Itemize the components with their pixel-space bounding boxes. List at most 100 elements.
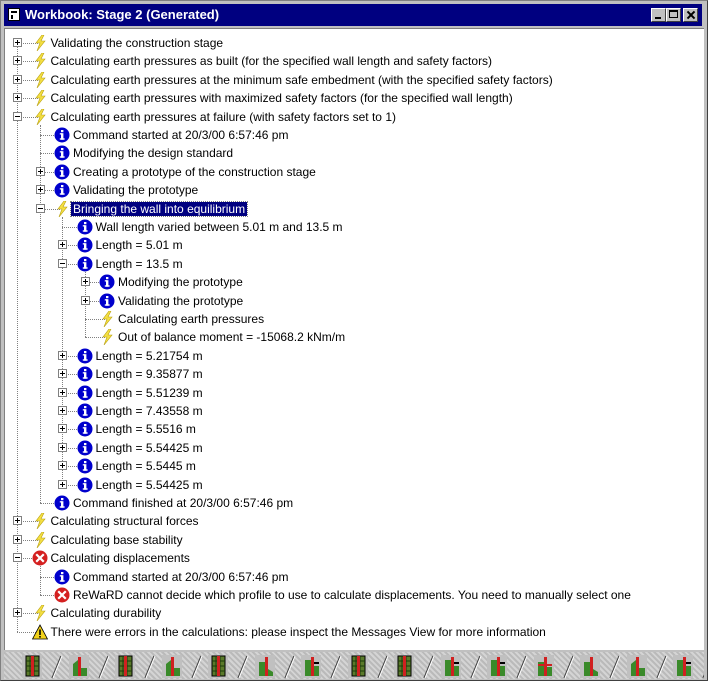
info-icon [54, 145, 70, 161]
tree-item[interactable]: Wall length varied between 5.01 m and 13… [5, 218, 704, 236]
tree-item[interactable]: Validating the prototype [5, 292, 704, 310]
tree-item[interactable]: Length = 5.21754 m [5, 347, 704, 365]
tree-item[interactable]: Calculating base stability [5, 531, 704, 549]
tree-item[interactable]: Length = 7.43558 m [5, 402, 704, 420]
expand-toggle[interactable] [58, 406, 67, 415]
lightning-icon [32, 605, 48, 622]
tree-item[interactable]: Calculating structural forces [5, 512, 704, 530]
tree-item-label: Length = 5.21754 m [95, 348, 203, 363]
tree-item-label: Length = 5.51239 m [95, 385, 203, 400]
collapse-toggle[interactable] [13, 553, 22, 563]
tree-item-label: Command started at 20/3/00 6:57:46 pm [73, 128, 289, 142]
info-icon [77, 421, 93, 437]
tree-item-label: Calculating structural forces [50, 514, 199, 529]
tree-item-label: Out of balance moment = -15068.2 kNm/m [118, 330, 346, 345]
tree-item[interactable]: Calculating earth pressures at failure (… [5, 108, 704, 126]
collapse-toggle[interactable] [35, 203, 45, 213]
lightning-icon [32, 53, 48, 70]
expand-toggle[interactable] [35, 185, 45, 195]
stage-excavation-icon[interactable] [158, 654, 204, 679]
tree-item[interactable]: Modifying the prototype [5, 273, 704, 291]
expand-toggle[interactable] [58, 442, 67, 452]
stage-prop-icon[interactable] [483, 654, 529, 679]
stage-prop-icon[interactable] [437, 654, 483, 679]
expand-toggle[interactable] [80, 277, 90, 287]
stage-excavation-icon[interactable] [623, 654, 669, 679]
expand-toggle[interactable] [13, 516, 22, 526]
tree-item[interactable]: Command started at 20/3/00 6:57:46 pm [5, 126, 704, 144]
expand-toggle[interactable] [35, 166, 45, 176]
tree-item[interactable]: Calculating durability [5, 604, 704, 622]
stage-prop-icon[interactable] [669, 654, 704, 679]
collapse-toggle[interactable] [13, 111, 22, 121]
tree-item[interactable]: Length = 5.54425 m [5, 439, 704, 457]
tree-item[interactable]: Validating the construction stage [5, 34, 704, 52]
tree-item-label: Length = 5.54425 m [95, 440, 203, 455]
stage-grid-icon[interactable] [111, 654, 157, 679]
expand-toggle[interactable] [13, 93, 22, 103]
expand-toggle[interactable] [58, 350, 67, 360]
tree-item[interactable]: Command started at 20/3/00 6:57:46 pm [5, 568, 704, 586]
tree-item[interactable]: Length = 5.5445 m [5, 457, 704, 475]
tree-item[interactable]: Command finished at 20/3/00 6:57:46 pm [5, 494, 704, 512]
stage-berm-icon[interactable] [576, 654, 622, 679]
tree-item[interactable]: Out of balance moment = -15068.2 kNm/m [5, 328, 704, 346]
maximize-button[interactable] [666, 8, 681, 22]
tree-item[interactable]: Calculating earth pressures as built (fo… [5, 52, 704, 70]
tree-item[interactable]: Length = 5.51239 m [5, 384, 704, 402]
info-icon [77, 385, 93, 401]
collapse-toggle[interactable] [58, 258, 67, 268]
expand-toggle[interactable] [58, 240, 67, 250]
lightning-icon [32, 71, 48, 88]
lightning-icon [32, 531, 48, 548]
tree-item[interactable]: Length = 5.01 m [5, 236, 704, 254]
info-icon [77, 477, 93, 493]
tree-item[interactable]: Bringing the wall into equilibrium [5, 200, 704, 218]
expand-toggle[interactable] [58, 369, 67, 379]
expand-toggle[interactable] [13, 56, 22, 66]
tree-item[interactable]: Calculating earth pressures [5, 310, 704, 328]
tree-item-label: Length = 9.35877 m [95, 367, 203, 382]
tree-item[interactable]: ReWaRD cannot decide which profile to us… [5, 586, 704, 604]
tree-item[interactable]: Calculating earth pressures at the minim… [5, 71, 704, 89]
tree-item[interactable]: Creating a prototype of the construction… [5, 163, 704, 181]
tree-item-label: Calculating durability [50, 606, 162, 621]
expand-toggle[interactable] [13, 74, 22, 84]
tree-item[interactable]: Calculating displacements [5, 549, 704, 567]
expand-toggle[interactable] [58, 424, 67, 434]
expand-toggle[interactable] [13, 38, 22, 47]
expand-toggle[interactable] [13, 534, 22, 544]
stage-prop-icon[interactable] [297, 654, 343, 679]
tree-item[interactable]: Length = 9.35877 m [5, 365, 704, 383]
tree-item-label: Length = 7.43558 m [95, 404, 203, 418]
tree-item-label: Calculating displacements [50, 551, 190, 566]
stage-grid-icon[interactable] [344, 654, 390, 679]
expand-toggle[interactable] [80, 295, 90, 305]
tree-item-label: Calculating earth pressures as built (fo… [50, 54, 493, 69]
stage-grid-icon[interactable] [204, 654, 250, 679]
lightning-icon [54, 200, 70, 217]
expand-toggle[interactable] [13, 608, 22, 618]
title-bar[interactable]: Workbook: Stage 2 (Generated) [4, 4, 702, 26]
tree-item[interactable]: Length = 5.54425 m [5, 476, 704, 494]
tree-item[interactable]: Calculating earth pressures with maximiz… [5, 89, 704, 107]
tree-item-label: Wall length varied between 5.01 m and 13… [95, 220, 343, 234]
minimize-button[interactable] [651, 8, 666, 22]
stage-anchor-icon[interactable] [530, 654, 576, 679]
close-button[interactable] [683, 8, 698, 22]
expand-toggle[interactable] [58, 461, 67, 471]
stage-berm-icon[interactable] [251, 654, 297, 679]
expand-toggle[interactable] [58, 387, 67, 397]
info-icon [54, 127, 70, 143]
tree-item[interactable]: Modifying the design standard [5, 144, 704, 162]
expand-toggle[interactable] [58, 479, 67, 489]
stage-excavation-icon[interactable] [65, 654, 111, 679]
tree-item[interactable]: There were errors in the calculations: p… [5, 623, 704, 641]
tree-item[interactable]: Length = 5.5516 m [5, 420, 704, 438]
tree-item[interactable]: Length = 13.5 m [5, 255, 704, 273]
stage-tab-strip [4, 652, 704, 679]
stage-grid-icon[interactable] [390, 654, 436, 679]
info-icon [77, 219, 93, 235]
stage-grid-icon[interactable] [18, 654, 64, 679]
tree-item[interactable]: Validating the prototype [5, 181, 704, 199]
